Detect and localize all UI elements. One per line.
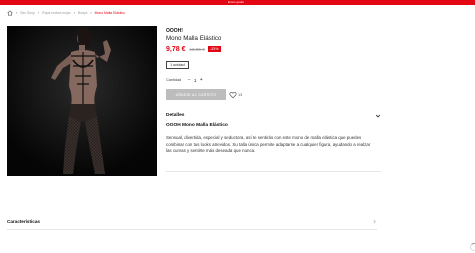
discount-badge: -33% bbox=[207, 46, 221, 52]
divider bbox=[7, 229, 377, 230]
price-row: 9,78 € 13,95 € -33% bbox=[166, 45, 381, 53]
breadcrumb-separator: › bbox=[73, 10, 75, 15]
product-description: Sensual, divertida, especial y seductora… bbox=[166, 135, 371, 154]
product-info: OOOH! Mono Malla Elástico 9,78 € 13,95 €… bbox=[166, 28, 381, 100]
variant-option[interactable]: 1 unidad bbox=[166, 60, 189, 70]
current-price: 9,78 € bbox=[166, 45, 186, 53]
loading-indicator bbox=[470, 243, 475, 251]
details-toggle[interactable]: Detalles bbox=[166, 111, 381, 120]
details-title: Detalles bbox=[166, 113, 185, 118]
quantity-label: Cantidad bbox=[166, 78, 182, 82]
increase-quantity-button[interactable]: + bbox=[198, 77, 204, 83]
wishlist-count: 13 bbox=[238, 92, 243, 97]
features-title: Características bbox=[7, 219, 40, 224]
home-icon[interactable] bbox=[7, 10, 13, 16]
breadcrumb-link-ropa-erotica[interactable]: Ropa erótica mujer bbox=[42, 11, 71, 15]
breadcrumb: › Sex Shop › Ropa erótica mujer › Bodys … bbox=[7, 9, 125, 16]
breadcrumb-separator: › bbox=[37, 10, 40, 15]
quantity-stepper: Cantidad − 1 + bbox=[166, 77, 381, 83]
top-banner: Envío gratis bbox=[0, 0, 475, 5]
divider bbox=[166, 171, 381, 172]
breadcrumb-link-sex-shop[interactable]: Sex Shop bbox=[20, 11, 35, 15]
buy-row: AÑADIR AL CARRITO 13 bbox=[166, 89, 381, 100]
breadcrumb-separator: › bbox=[16, 10, 18, 15]
chevron-right-icon bbox=[373, 219, 376, 224]
product-title: Mono Malla Elástico bbox=[166, 35, 222, 42]
breadcrumb-current: Mono Malla Elástico bbox=[94, 10, 125, 15]
details-subtitle: OOOH Mono Malla Elástico bbox=[166, 123, 228, 128]
heart-icon bbox=[229, 91, 237, 98]
product-image[interactable] bbox=[7, 26, 157, 176]
breadcrumb-separator: › bbox=[90, 10, 92, 15]
product-photo bbox=[7, 26, 157, 176]
wishlist-button[interactable]: 13 bbox=[229, 91, 242, 99]
old-price: 13,95 € bbox=[189, 46, 205, 52]
breadcrumb-link-bodys[interactable]: Bodys bbox=[78, 11, 87, 15]
top-banner-text: Envío gratis bbox=[228, 0, 244, 4]
details-section: Detalles OOOH Mono Malla Elástico Sensua… bbox=[166, 111, 381, 155]
chevron-down-icon bbox=[375, 114, 381, 117]
features-toggle[interactable]: Características bbox=[7, 219, 377, 224]
add-to-cart-button[interactable]: AÑADIR AL CARRITO bbox=[166, 89, 226, 100]
product-brand[interactable]: OOOH! bbox=[166, 28, 381, 34]
